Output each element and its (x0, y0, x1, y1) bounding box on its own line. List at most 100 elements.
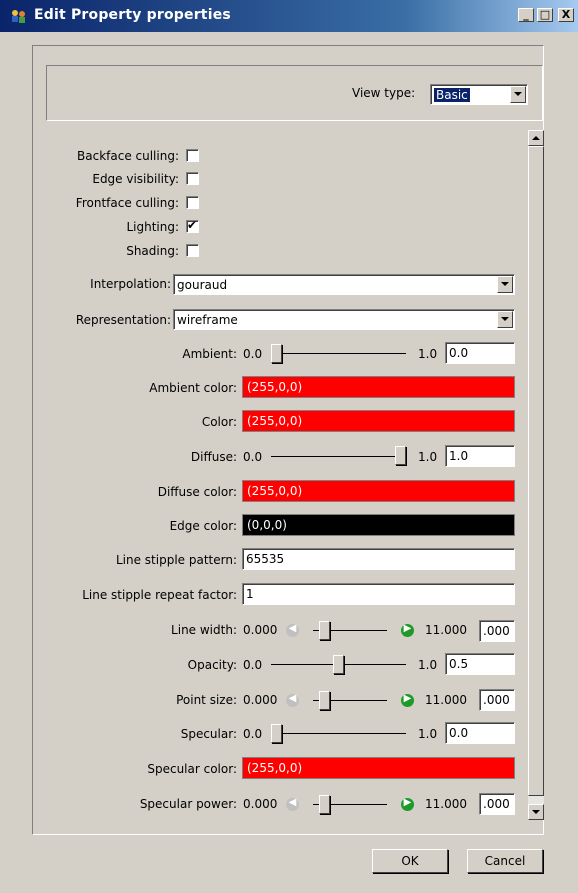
outer-panel (32, 45, 544, 835)
close-button[interactable]: X (558, 8, 574, 22)
lighting-label: Lighting: (126, 220, 179, 234)
specular-power-max: 11.000 (425, 797, 467, 811)
specular-power-value: .000 (483, 797, 510, 811)
edit-property-window: Edit Property properties _ □ X View type… (0, 0, 578, 893)
increment-icon[interactable]: ▶ (401, 693, 414, 707)
interpolation-select[interactable]: gouraud (173, 274, 515, 295)
decrement-icon[interactable]: ◀ (286, 693, 299, 707)
scrollbar-thumb[interactable] (528, 146, 544, 796)
title-bar[interactable]: Edit Property properties _ □ X (0, 0, 578, 32)
ambient-color-value: (255,0,0) (247, 380, 303, 394)
opacity-label: Opacity: (187, 658, 237, 672)
specular-input[interactable]: 0.0 (445, 722, 515, 744)
specular-min: 0.0 (243, 727, 263, 741)
diffuse-color-value: (255,0,0) (247, 484, 303, 498)
specular-color-value: (255,0,0) (247, 761, 303, 775)
edge-color-value: (0,0,0) (247, 518, 287, 532)
point-size-label: Point size: (176, 693, 237, 707)
ambient-input[interactable]: 0.0 (445, 342, 515, 364)
opacity-min: 0.0 (243, 658, 263, 672)
representation-label: Representation: (75, 313, 171, 327)
specular-slider-thumb[interactable] (271, 724, 282, 743)
diffuse-input[interactable]: 1.0 (445, 445, 515, 467)
edge-visibility-checkbox[interactable] (186, 172, 199, 185)
ambient-color-label: Ambient color: (149, 381, 237, 395)
increment-icon[interactable]: ▶ (401, 623, 414, 637)
specular-power-min: 0.000 (243, 797, 278, 811)
line-stipple-repeat-input[interactable]: 1 (242, 583, 515, 605)
window-title: Edit Property properties (34, 7, 231, 23)
line-width-min: 0.000 (243, 623, 278, 637)
representation-select[interactable]: wireframe (173, 309, 515, 330)
view-type-select[interactable]: Basic (430, 84, 528, 105)
vertical-scrollbar[interactable] (528, 130, 544, 820)
opacity-input[interactable]: 0.5 (445, 653, 515, 675)
specular-color-label: Specular color: (147, 762, 237, 776)
line-stipple-pattern-value: 65535 (246, 552, 285, 566)
diffuse-color-swatch[interactable]: (255,0,0) (242, 480, 515, 502)
specular-power-input[interactable]: .000 (479, 793, 515, 815)
ambient-min: 0.0 (243, 347, 263, 361)
point-size-slider-thumb[interactable] (318, 691, 330, 710)
diffuse-value: 1.0 (449, 449, 469, 463)
cancel-button[interactable]: Cancel (467, 849, 543, 873)
point-size-max: 11.000 (425, 693, 467, 707)
maximize-button[interactable]: □ (537, 8, 553, 22)
point-size-value: .000 (483, 693, 510, 707)
arrow-up-icon (532, 136, 540, 140)
app-icon (10, 8, 28, 24)
ambient-color-swatch[interactable]: (255,0,0) (242, 376, 515, 398)
color-value: (255,0,0) (247, 414, 303, 428)
ok-button[interactable]: OK (372, 849, 448, 873)
opacity-slider-thumb[interactable] (333, 655, 344, 674)
line-width-value: .000 (483, 624, 510, 638)
backface-culling-checkbox[interactable] (186, 149, 199, 162)
specular-power-slider-thumb[interactable] (318, 795, 330, 814)
lighting-checkbox[interactable]: ✔ (186, 218, 199, 233)
chevron-down-icon[interactable] (497, 311, 513, 328)
specular-value: 0.0 (449, 726, 469, 740)
minimize-button[interactable]: _ (518, 8, 534, 22)
decrement-icon[interactable]: ◀ (286, 797, 299, 811)
diffuse-slider-thumb[interactable] (395, 446, 406, 465)
view-type-label: View type: (352, 86, 416, 100)
diffuse-label: Diffuse: (190, 450, 237, 464)
chevron-down-icon[interactable] (510, 86, 526, 103)
edge-color-swatch[interactable]: (0,0,0) (242, 514, 515, 536)
diffuse-max: 1.0 (418, 450, 438, 464)
diffuse-min: 0.0 (243, 450, 263, 464)
frontface-culling-label: Frontface culling: (75, 196, 179, 210)
specular-slider-track[interactable] (271, 733, 406, 734)
ambient-slider-track[interactable] (271, 353, 406, 354)
frontface-culling-checkbox[interactable] (186, 196, 199, 209)
ambient-slider-thumb[interactable] (271, 344, 282, 363)
chevron-down-icon[interactable] (497, 276, 513, 293)
color-swatch[interactable]: (255,0,0) (242, 410, 515, 432)
point-size-input[interactable]: .000 (479, 689, 515, 711)
line-stipple-pattern-input[interactable]: 65535 (242, 548, 515, 570)
line-stipple-pattern-label: Line stipple pattern: (115, 553, 237, 567)
interpolation-label: Interpolation: (90, 277, 171, 291)
line-stipple-repeat-label: Line stipple repeat factor: (82, 588, 237, 602)
increment-icon[interactable]: ▶ (401, 797, 414, 811)
scroll-up-button[interactable] (528, 130, 544, 146)
line-stipple-repeat-value: 1 (246, 587, 254, 601)
line-width-slider-thumb[interactable] (318, 621, 330, 640)
specular-max: 1.0 (418, 727, 438, 741)
edge-color-label: Edge color: (169, 519, 237, 533)
diffuse-slider-track[interactable] (271, 456, 406, 457)
shading-label: Shading: (126, 244, 179, 258)
line-width-input[interactable]: .000 (479, 620, 515, 642)
opacity-value: 0.5 (449, 657, 469, 671)
shading-checkbox[interactable] (186, 244, 199, 257)
ambient-label: Ambient: (182, 347, 237, 361)
ambient-max: 1.0 (418, 347, 438, 361)
point-size-min: 0.000 (243, 693, 278, 707)
scroll-down-button[interactable] (528, 804, 544, 820)
decrement-icon[interactable]: ◀ (286, 623, 299, 637)
specular-color-swatch[interactable]: (255,0,0) (242, 757, 515, 779)
interpolation-value: gouraud (177, 278, 228, 292)
view-type-value: Basic (434, 88, 470, 102)
backface-culling-label: Backface culling: (77, 149, 179, 163)
edge-visibility-label: Edge visibility: (92, 172, 179, 186)
